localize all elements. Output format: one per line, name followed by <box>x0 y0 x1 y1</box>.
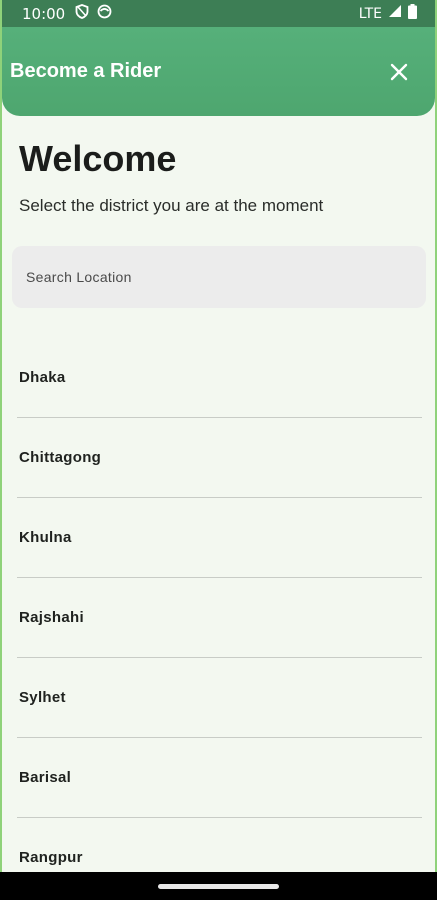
app-bar: Become a Rider <box>2 27 435 116</box>
search-input[interactable] <box>12 246 426 308</box>
list-item[interactable]: Rangpur <box>17 818 422 872</box>
status-time: 10:00 <box>22 4 66 23</box>
district-label: Khulna <box>19 529 72 546</box>
close-icon <box>390 63 408 80</box>
list-item[interactable]: Dhaka <box>17 338 422 418</box>
district-label: Sylhet <box>19 689 66 706</box>
subtitle-text: Select the district you are at the momen… <box>19 196 324 215</box>
list-item[interactable]: Chittagong <box>17 418 422 498</box>
status-bar: 10:00 LTE <box>2 0 435 27</box>
shield-icon <box>75 3 89 24</box>
list-item[interactable]: Barisal <box>17 738 422 818</box>
circle-app-icon <box>97 4 112 24</box>
list-item[interactable]: Sylhet <box>17 658 422 738</box>
district-label: Dhaka <box>19 369 66 386</box>
welcome-heading: Welcome <box>19 138 177 179</box>
list-item[interactable]: Khulna <box>17 498 422 578</box>
list-item[interactable]: Rajshahi <box>17 578 422 658</box>
battery-icon <box>408 3 417 24</box>
page-title: Become a Rider <box>10 60 162 82</box>
district-label: Chittagong <box>19 449 102 466</box>
status-right: LTE <box>358 3 417 24</box>
network-type: LTE <box>358 5 382 22</box>
district-list: Dhaka Chittagong Khulna Rajshahi Sylhet … <box>17 338 422 872</box>
home-indicator[interactable] <box>158 884 279 889</box>
district-label: Rangpur <box>19 849 83 866</box>
district-label: Rajshahi <box>19 609 84 626</box>
navigation-bar <box>0 872 437 900</box>
close-button[interactable] <box>387 60 411 84</box>
status-notification-icons <box>75 3 112 24</box>
signal-icon <box>388 4 402 23</box>
screen: 10:00 LTE Become a Rider Welcome Select … <box>0 0 437 872</box>
district-label: Barisal <box>19 769 72 786</box>
